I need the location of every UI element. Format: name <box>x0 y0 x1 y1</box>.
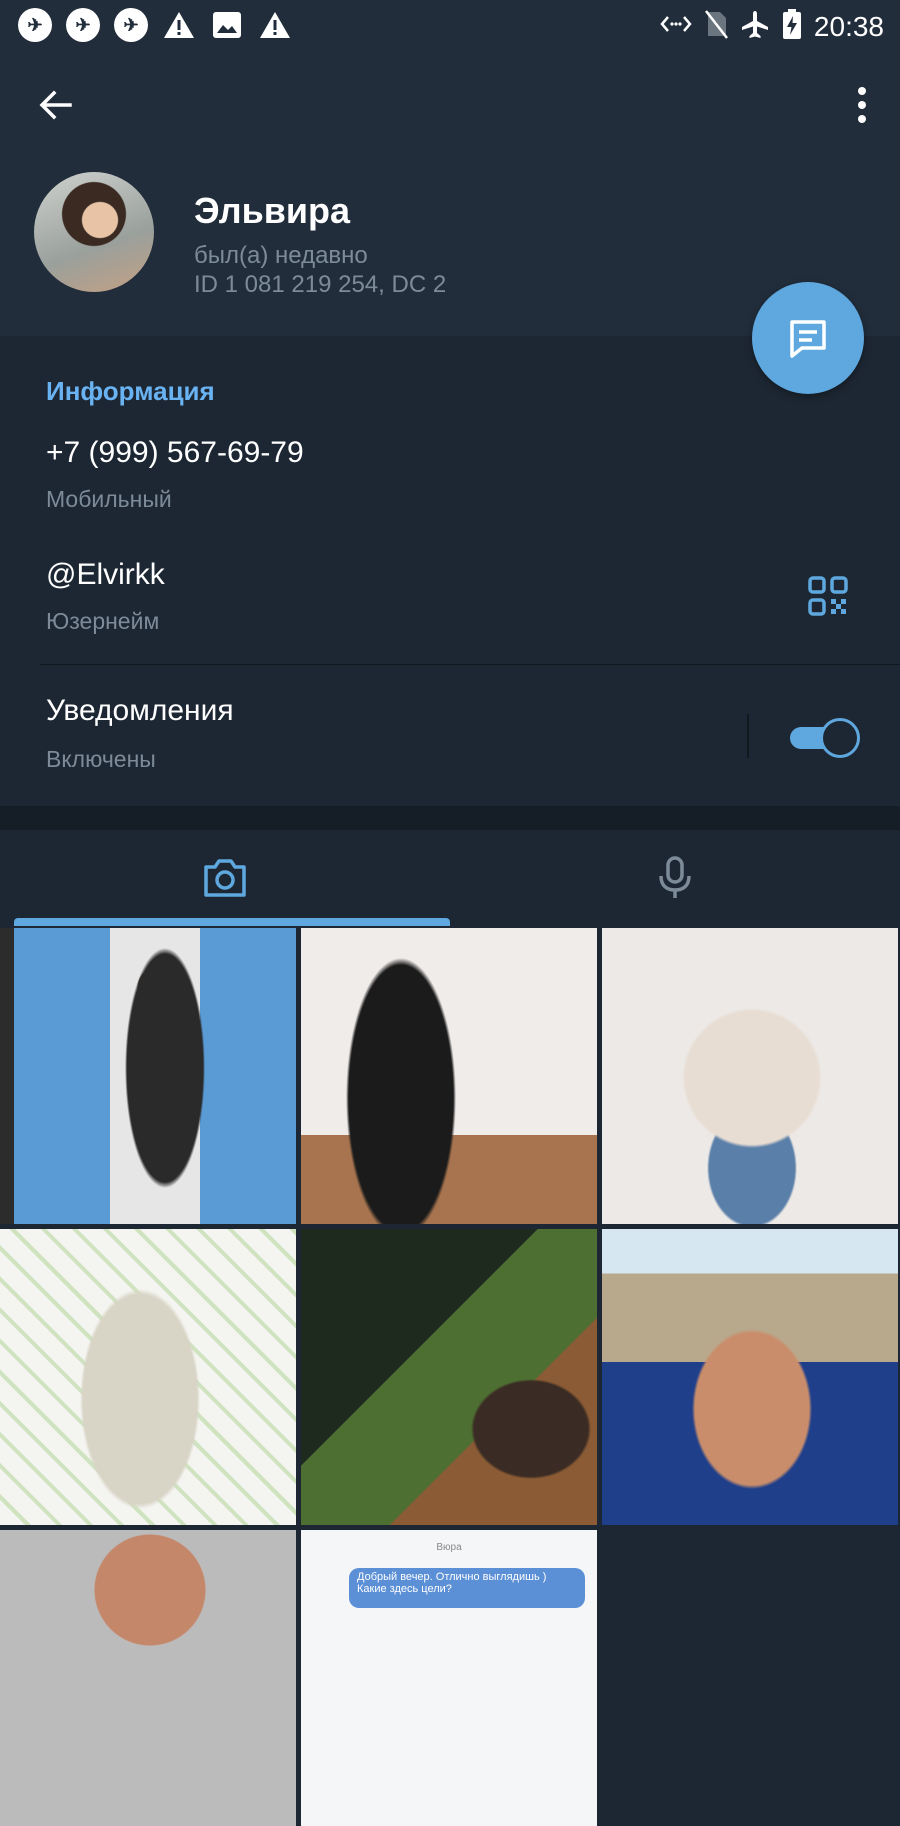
battery-charging-icon <box>782 8 802 45</box>
qr-code-button[interactable] <box>808 576 848 616</box>
warning-icon <box>258 8 292 42</box>
media-photo[interactable] <box>301 928 597 1224</box>
more-vertical-icon <box>858 87 866 123</box>
phone-label: Мобильный <box>46 486 172 512</box>
media-photo[interactable] <box>602 1229 898 1525</box>
message-icon <box>790 320 826 358</box>
airplane-icon <box>740 9 770 44</box>
user-id-line: ID 1 081 219 254, DC 2 <box>194 271 447 298</box>
info-section: Информация +7 (999) 567-69-79 Мобильный … <box>0 336 900 806</box>
app-notification-icon: ✈ <box>114 8 148 42</box>
notification-icons: ✈ ✈ ✈ <box>18 8 292 42</box>
notifications-title[interactable]: Уведомления <box>46 694 234 728</box>
status-bar: ✈ ✈ ✈ 20:38 <box>0 0 900 50</box>
phone-number[interactable]: +7 (999) 567-69-79 <box>46 436 304 470</box>
no-sim-icon <box>704 9 728 44</box>
username-label: Юзернейм <box>46 608 160 634</box>
tab-voice[interactable] <box>450 830 900 926</box>
active-tab-indicator <box>14 918 450 926</box>
username[interactable]: @Elvirkk <box>46 558 165 592</box>
more-options-button[interactable] <box>852 83 872 127</box>
last-seen-status: был(а) недавно <box>194 242 368 269</box>
media-grid: Вюра Добрый вечер. Отлично выглядишь ) К… <box>0 926 900 1826</box>
screenshot-message: Добрый вечер. Отлично выглядишь ) Какие … <box>349 1568 585 1608</box>
qr-code-icon <box>808 576 848 616</box>
divider <box>40 664 900 665</box>
clock: 20:38 <box>813 10 884 42</box>
media-photo[interactable] <box>0 928 296 1224</box>
toggle-knob <box>820 718 860 758</box>
vertical-divider <box>747 714 749 758</box>
image-icon <box>213 12 241 38</box>
back-button[interactable] <box>34 83 78 127</box>
section-gap <box>0 806 900 830</box>
media-screenshot[interactable]: Вюра Добрый вечер. Отлично выглядишь ) К… <box>301 1530 597 1826</box>
media-photo[interactable] <box>301 1229 597 1525</box>
arrow-left-icon <box>39 90 72 120</box>
notifications-toggle[interactable] <box>790 718 860 758</box>
app-notification-icon: ✈ <box>18 8 52 42</box>
microphone-icon <box>659 856 691 898</box>
media-tabs <box>0 830 900 926</box>
tab-photos[interactable] <box>0 830 450 926</box>
contact-name: Эльвира <box>194 190 350 231</box>
avatar[interactable] <box>34 172 154 292</box>
data-saver-icon <box>660 14 692 39</box>
media-photo[interactable] <box>0 1229 296 1525</box>
notifications-state: Включены <box>46 746 156 772</box>
send-message-button[interactable] <box>752 282 864 394</box>
profile-header: Эльвира был(а) недавно ID 1 081 219 254,… <box>0 50 900 336</box>
app-notification-icon: ✈ <box>66 8 100 42</box>
screenshot-chat-header: Вюра <box>436 1542 462 1553</box>
media-photo[interactable] <box>0 1530 296 1826</box>
system-icons: 20:38 <box>660 8 884 45</box>
warning-icon <box>162 8 196 42</box>
camera-icon <box>204 859 246 897</box>
section-title: Информация <box>46 376 215 406</box>
media-photo[interactable] <box>602 928 898 1224</box>
